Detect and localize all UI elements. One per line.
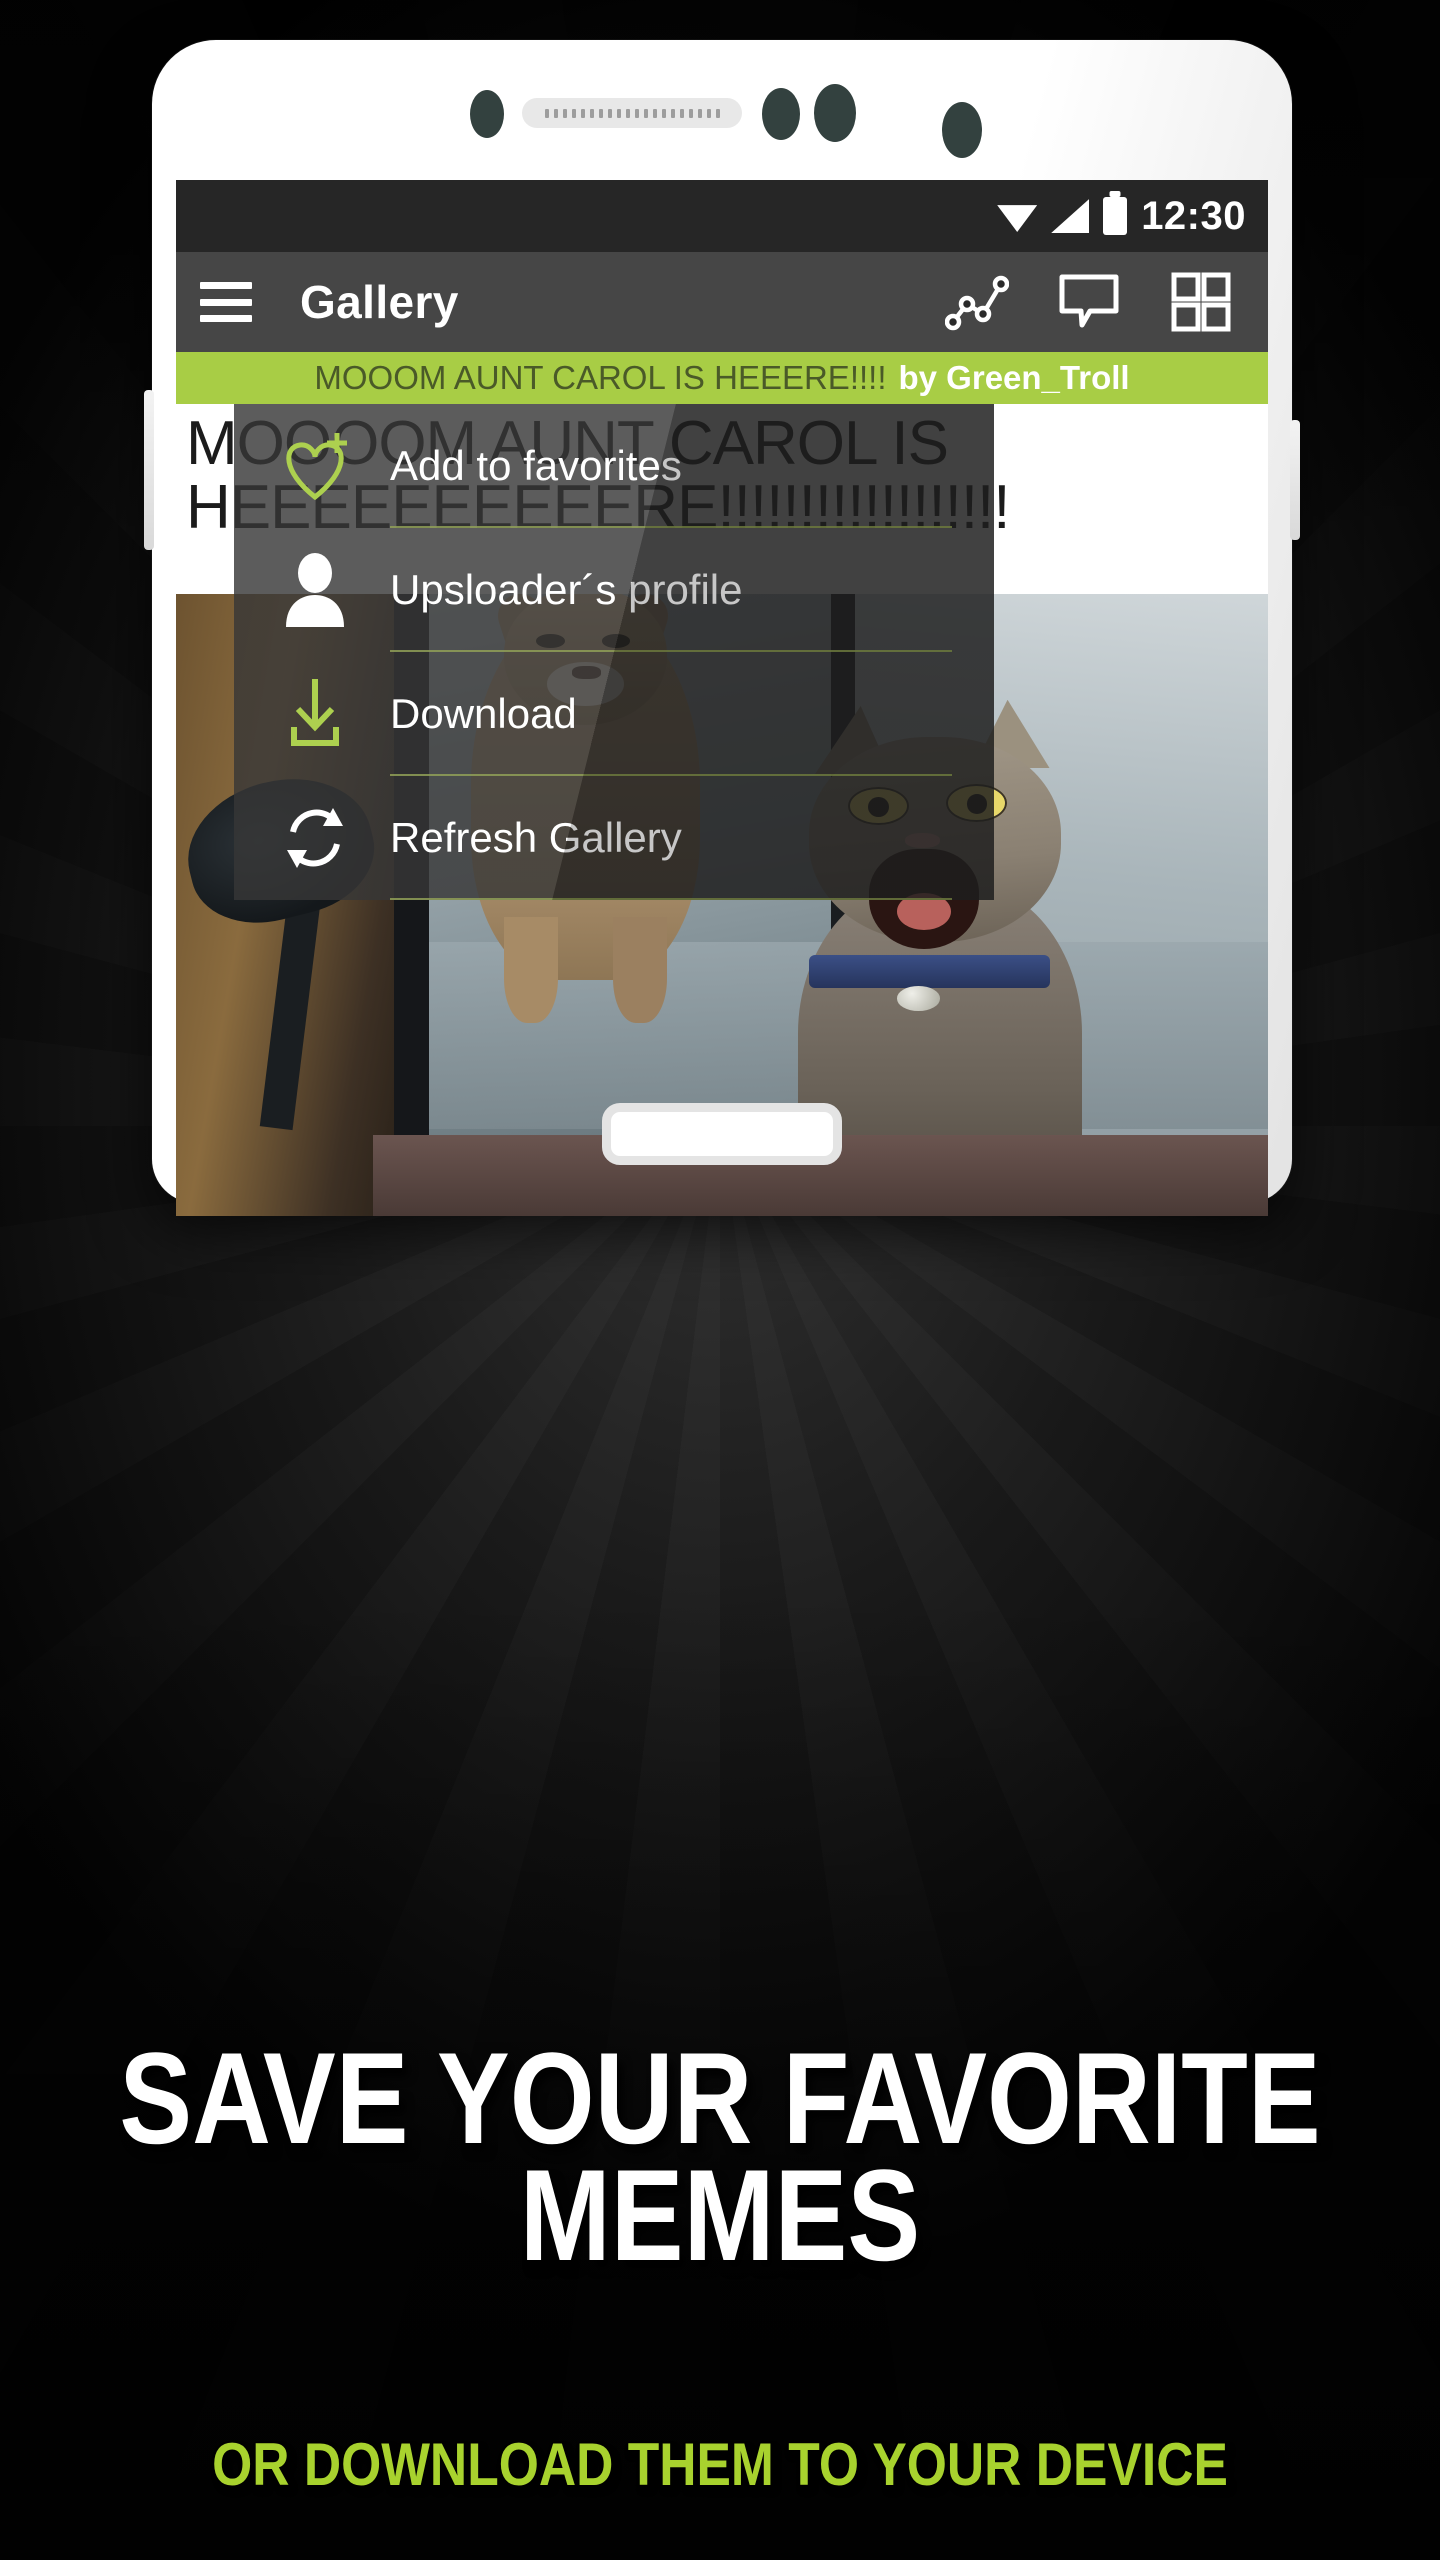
meme-title-bar[interactable]: MOOOM AUNT CAROL IS HEEERE!!!! by Green_… bbox=[176, 352, 1268, 404]
menu-item-uploader-profile[interactable]: Upsloader´s profile bbox=[234, 528, 994, 652]
menu-item-label: Refresh Gallery bbox=[390, 814, 682, 861]
menu-item-label: Upsloader´s profile bbox=[390, 566, 743, 613]
cougar-leg-right bbox=[612, 917, 668, 1024]
wifi-icon bbox=[997, 205, 1038, 232]
cougar-leg-left bbox=[503, 917, 559, 1024]
light-sensor bbox=[762, 88, 800, 140]
phone-power-button bbox=[1290, 420, 1300, 540]
menu-item-label: Add to favorites bbox=[390, 442, 682, 489]
download-icon bbox=[240, 673, 390, 755]
menu-item-add-to-favorites[interactable]: Add to favorites bbox=[234, 404, 994, 528]
phone-mockup: 12:30 Gallery MOOOM AUNT CAROL IS HEEERE… bbox=[144, 40, 1300, 1216]
menu-item-download[interactable]: Download bbox=[234, 652, 994, 776]
front-camera bbox=[942, 102, 982, 158]
cat-collar bbox=[809, 954, 1050, 989]
trending-icon[interactable] bbox=[934, 259, 1020, 345]
promo-headline-line-1: SAVE YOUR FAVORITE bbox=[119, 2025, 1321, 2171]
menu-item-label: Download bbox=[390, 690, 577, 737]
home-button[interactable] bbox=[602, 1103, 842, 1165]
phone-screen: 12:30 Gallery MOOOM AUNT CAROL IS HEEERE… bbox=[176, 180, 1268, 1216]
promo-headline: SAVE YOUR FAVORITE MEMES bbox=[115, 2025, 1325, 2288]
promo-subhead: OR DOWNLOAD THEM TO YOUR DEVICE bbox=[212, 2431, 1228, 2498]
earpiece-speaker bbox=[522, 98, 742, 128]
ir-sensor bbox=[814, 84, 856, 142]
menu-divider bbox=[390, 898, 952, 900]
context-menu: Add to favorites Upsloader´s profile Dow… bbox=[234, 404, 994, 900]
cat-bell bbox=[896, 985, 941, 1011]
person-icon bbox=[240, 549, 390, 631]
menu-item-refresh-gallery[interactable]: Refresh Gallery bbox=[234, 776, 994, 900]
meme-body: MOOOOM AUNT CAROL IS HEEEEEEEEEERE!!!!!!… bbox=[176, 404, 1268, 1216]
heart-plus-icon bbox=[240, 427, 390, 505]
page-title: Gallery bbox=[300, 276, 459, 328]
comments-icon[interactable] bbox=[1046, 259, 1132, 345]
proximity-sensor bbox=[470, 90, 504, 138]
meme-uploader[interactable]: by Green_Troll bbox=[899, 359, 1130, 397]
refresh-icon bbox=[240, 798, 390, 878]
meme-title: MOOOM AUNT CAROL IS HEEERE!!!! bbox=[314, 359, 887, 396]
status-clock: 12:30 bbox=[1141, 193, 1246, 238]
status-bar: 12:30 bbox=[176, 180, 1268, 252]
battery-icon bbox=[1103, 197, 1128, 235]
phone-volume-button bbox=[144, 390, 154, 550]
hamburger-icon[interactable] bbox=[200, 282, 252, 322]
signal-icon bbox=[1051, 199, 1090, 233]
promo-headline-line-2: MEMES bbox=[519, 2142, 921, 2288]
grid-view-icon[interactable] bbox=[1158, 259, 1244, 345]
app-bar: Gallery bbox=[176, 252, 1268, 352]
